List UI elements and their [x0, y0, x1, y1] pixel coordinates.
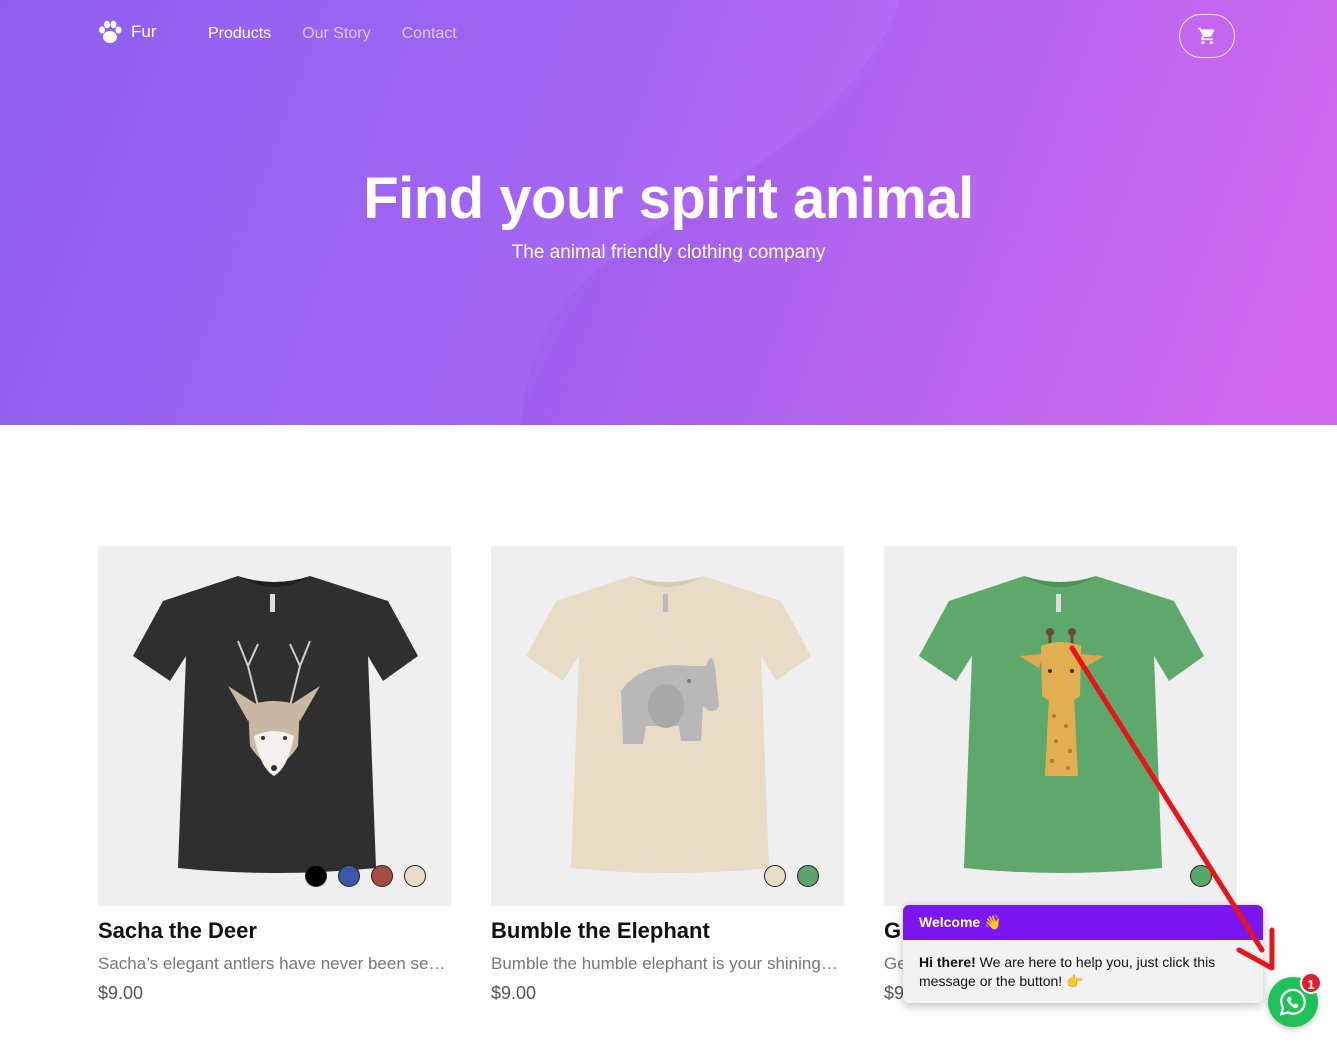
main-nav: Products Our Story Contact — [208, 25, 457, 43]
swatch-black[interactable] — [305, 865, 327, 887]
product-image[interactable] — [491, 546, 844, 906]
swatch-rust[interactable] — [371, 865, 393, 887]
cart-button[interactable] — [1179, 14, 1235, 58]
tshirt-giraffe-image — [919, 576, 1204, 873]
chat-popup-message[interactable]: Hi there! We are here to help you, just … — [903, 940, 1263, 1003]
swatch-green[interactable] — [1190, 865, 1212, 887]
product-card-deer[interactable]: Sacha the Deer Sacha’s elegant antlers h… — [98, 546, 451, 1004]
product-name[interactable]: Sacha the Deer — [98, 918, 451, 944]
tshirt-elephant-image — [526, 576, 811, 873]
product-image[interactable] — [98, 546, 451, 906]
product-name[interactable]: Bumble the Elephant — [491, 918, 844, 944]
product-price: $9.00 — [491, 983, 537, 1003]
nav-contact[interactable]: Contact — [402, 25, 457, 43]
paw-icon — [99, 20, 122, 43]
product-price: $9.00 — [98, 983, 144, 1003]
cart-icon — [1197, 27, 1215, 45]
hero-title: Find your spirit animal — [363, 166, 974, 231]
color-swatches — [305, 865, 426, 887]
product-image[interactable] — [884, 546, 1237, 906]
hero-banner: Fur Products Our Story Contact Find your… — [0, 0, 1337, 425]
product-description: Bumble the humble elephant is your shini… — [491, 954, 838, 973]
nav-our-story[interactable]: Our Story — [302, 25, 370, 43]
product-description: Sacha’s elegant antlers have never been … — [98, 954, 446, 973]
swatch-blue[interactable] — [338, 865, 360, 887]
product-card-elephant[interactable]: Bumble the Elephant Bumble the humble el… — [491, 546, 844, 1004]
nav-products[interactable]: Products — [208, 25, 271, 43]
chat-greeting: Hi there! — [919, 954, 976, 970]
chat-welcome-popup[interactable]: Welcome 👋 Hi there! We are here to help … — [903, 905, 1263, 1003]
chat-popup-header: Welcome 👋 — [903, 905, 1263, 940]
color-swatches — [1190, 865, 1212, 887]
brand-name: Fur — [131, 22, 157, 41]
hero-subtitle: The animal friendly clothing company — [511, 242, 826, 263]
color-swatches — [764, 865, 819, 887]
tshirt-deer-image — [133, 576, 418, 873]
swatch-green[interactable] — [797, 865, 819, 887]
notification-badge: 1 — [1300, 972, 1322, 994]
brand-logo[interactable]: Fur — [97, 19, 157, 45]
swatch-oatmeal[interactable] — [764, 865, 786, 887]
swatch-oatmeal[interactable] — [404, 865, 426, 887]
